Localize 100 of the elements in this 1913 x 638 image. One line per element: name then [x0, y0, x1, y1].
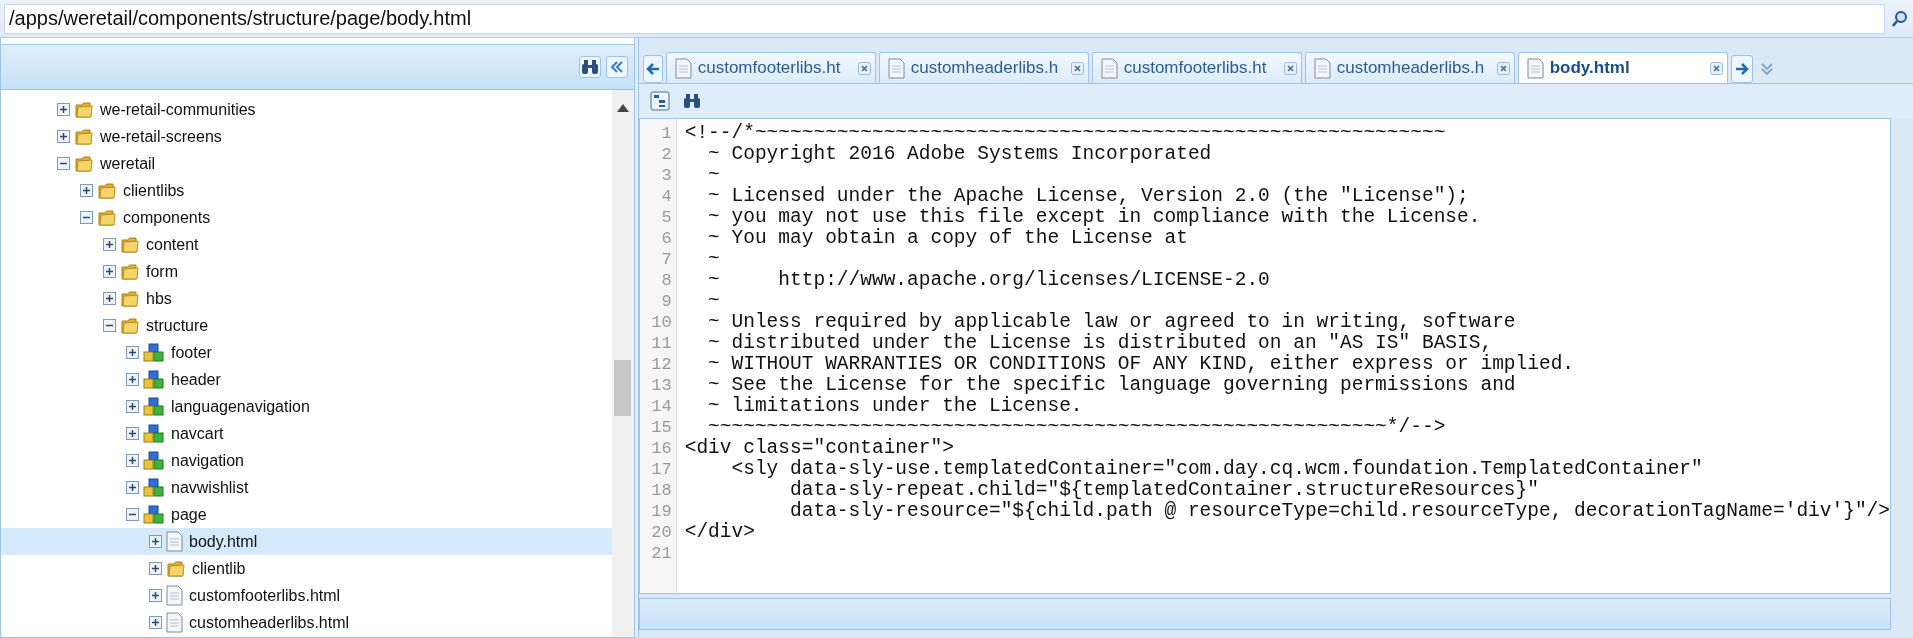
expand-icon[interactable]: [57, 103, 70, 116]
scroll-tabs-right-button[interactable]: [1730, 55, 1753, 83]
editor-tab[interactable]: body.html: [1517, 52, 1728, 83]
tree-item[interactable]: navwishlist: [1, 474, 612, 501]
line-number: 14: [650, 396, 673, 417]
collapse-icon[interactable]: [80, 211, 93, 224]
double-chevron-left-icon: [609, 61, 624, 73]
tree-item[interactable]: footer: [1, 339, 612, 366]
tree-item[interactable]: weretail: [1, 150, 612, 177]
close-icon[interactable]: [1709, 61, 1723, 75]
close-icon[interactable]: [857, 61, 871, 75]
tree-item[interactable]: header: [1, 366, 612, 393]
close-icon[interactable]: [1070, 61, 1084, 75]
tree-item[interactable]: hbs: [1, 285, 612, 312]
line-number: 2: [660, 144, 673, 165]
folder-icon: [74, 153, 94, 174]
code-line: data-sly-repeat.child="${templatedContainer.structureResources}": [789, 480, 1540, 501]
line-number: 5: [660, 207, 673, 228]
tree-item[interactable]: we-retail-screens: [1, 123, 612, 150]
magnifier-icon: [1891, 9, 1909, 28]
code-line: ~ you may not use this file except in compliance with the License.: [707, 207, 1482, 228]
expand-icon[interactable]: [126, 373, 139, 386]
code-line: ~ You may obtain a copy of the License at: [707, 228, 1189, 249]
tree-item[interactable]: customfooterlibs.html: [1, 582, 612, 609]
code-line: <div class="container">: [684, 438, 955, 459]
file-icon: [887, 57, 905, 79]
expand-icon[interactable]: [80, 184, 93, 197]
folder-icon: [74, 126, 94, 147]
expand-icon[interactable]: [126, 400, 139, 413]
folder-icon: [74, 99, 94, 120]
line-number: 15: [650, 417, 673, 438]
folder-icon: [120, 234, 140, 255]
expand-icon[interactable]: [126, 481, 139, 494]
expand-icon[interactable]: [149, 616, 162, 629]
editor-tab[interactable]: customheaderlibs.h: [1304, 52, 1515, 83]
file-icon: [1100, 57, 1118, 79]
tree-item[interactable]: page: [1, 501, 612, 528]
editor-tab[interactable]: customheaderlibs.h: [878, 52, 1089, 83]
tree-item[interactable]: customheaderlibs.html: [1, 609, 612, 636]
collapse-panel-button[interactable]: [605, 56, 628, 78]
line-number: 4: [660, 186, 673, 207]
code-line: data-sly-resource="${child.path @ resourceType=child.resourceType, decorationTagName='div'}"/>: [789, 501, 1890, 522]
line-number: 17: [650, 459, 673, 480]
line-number: 8: [660, 270, 673, 291]
expand-icon[interactable]: [57, 130, 70, 143]
tree-item[interactable]: languagenavigation: [1, 393, 612, 420]
code-line: ~ limitations under the License.: [707, 396, 1084, 417]
code-line: ~ WITHOUT WARRANTIES OR CONDITIONS OF ANY KIND, either express or implied.: [707, 354, 1576, 375]
line-number: 12: [650, 354, 673, 375]
tree-item[interactable]: components: [1, 204, 612, 231]
scroll-up-icon[interactable]: [616, 104, 629, 112]
line-number: 1: [660, 123, 673, 144]
expand-icon[interactable]: [126, 427, 139, 440]
cubes-icon: [143, 369, 165, 390]
arrow-left-icon: [645, 63, 660, 75]
expand-icon[interactable]: [103, 292, 116, 305]
scroll-thumb[interactable]: [614, 360, 632, 416]
expand-icon[interactable]: [103, 238, 116, 251]
folder-icon: [166, 558, 186, 579]
collapse-icon[interactable]: [103, 319, 116, 332]
tree-item[interactable]: structure: [1, 312, 612, 339]
tree-item[interactable]: clientlib: [1, 555, 612, 582]
scroll-tabs-left-button[interactable]: [642, 55, 663, 83]
expand-icon[interactable]: [126, 454, 139, 467]
tree-item[interactable]: form: [1, 258, 612, 285]
outline-icon: [649, 91, 670, 111]
line-number: 10: [650, 312, 673, 333]
folder-icon: [120, 315, 140, 336]
code-line: <!--/*~~~~~~~~~~~~~~~~~~~~~~~~~~~~~~~~~~~~~~~~~~~~~~~~~~~~~~~~~~~: [684, 123, 1447, 144]
expand-icon[interactable]: [149, 535, 162, 548]
editor-tab[interactable]: customfooterlibs.ht: [665, 52, 876, 83]
file-icon: [166, 585, 183, 606]
outline-button[interactable]: [648, 90, 671, 112]
expand-icon[interactable]: [103, 265, 116, 278]
tree-item[interactable]: navcart: [1, 420, 612, 447]
close-icon[interactable]: [1496, 61, 1510, 75]
code-line: </div>: [684, 522, 756, 543]
code-line: ~: [707, 165, 721, 186]
path-field[interactable]: /apps/weretail/components/structure/page/body.html: [4, 3, 1885, 34]
tree-item[interactable]: body.html: [1, 528, 612, 555]
line-number: 6: [660, 228, 673, 249]
line-number: 3: [660, 165, 673, 186]
scrollbar[interactable]: [611, 90, 634, 637]
expand-icon[interactable]: [126, 346, 139, 359]
line-number: 20: [650, 522, 673, 543]
file-icon: [1313, 57, 1331, 79]
close-icon[interactable]: [1283, 61, 1297, 75]
tree-item[interactable]: we-retail-communities: [1, 96, 612, 123]
tree-item[interactable]: content: [1, 231, 612, 258]
expand-icon[interactable]: [149, 589, 162, 602]
line-number: 19: [650, 501, 673, 522]
folder-icon: [97, 180, 117, 201]
expand-icon[interactable]: [149, 562, 162, 575]
cubes-icon: [143, 396, 165, 417]
collapse-icon[interactable]: [57, 157, 70, 170]
editor-tab[interactable]: customfooterlibs.ht: [1091, 52, 1302, 83]
cubes-icon: [143, 423, 165, 444]
tree-item[interactable]: navigation: [1, 447, 612, 474]
tree-item[interactable]: clientlibs: [1, 177, 612, 204]
collapse-icon[interactable]: [126, 508, 139, 521]
